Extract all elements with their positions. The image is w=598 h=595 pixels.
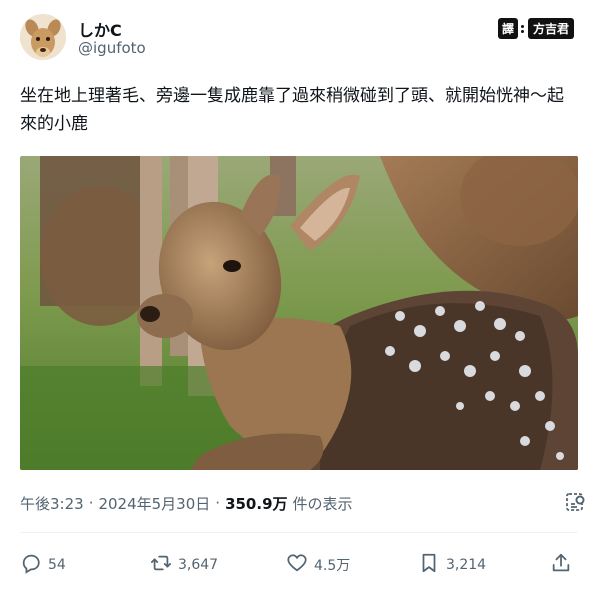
tweet-text: 坐在地上理著毛、旁邊一隻成鹿靠了過來稍微碰到了頭、就開始恍神～起來的小鹿 (20, 86, 564, 134)
retweet-button[interactable]: 3,647 (150, 550, 218, 580)
share-icon (550, 552, 572, 578)
translator-label: 譯 (497, 18, 518, 39)
translator-name: 方吉君 (527, 18, 574, 39)
deer-avatar-image (20, 14, 66, 60)
display-name[interactable]: しかC (78, 17, 122, 41)
reply-button[interactable]: 54 (20, 550, 66, 580)
heart-icon (286, 552, 308, 578)
views-count: 350.9万 (225, 494, 288, 513)
reply-count: 54 (48, 557, 66, 573)
tweet-date[interactable]: 2024年5月30日 (98, 493, 210, 514)
reply-icon (20, 552, 42, 578)
bookmark-button[interactable]: 3,214 (418, 550, 486, 580)
tweet-time[interactable]: 午後3:23 (20, 493, 84, 514)
fawn-photo (20, 156, 578, 470)
translator-separator (520, 24, 526, 34)
action-bar: 54 3,647 4.5万 3,214 (20, 550, 578, 580)
share-button[interactable] (550, 550, 572, 580)
translator-badge: 譯 方吉君 (497, 18, 574, 39)
retweet-count: 3,647 (178, 557, 219, 573)
analytics-icon[interactable] (564, 490, 588, 514)
divider (20, 532, 578, 533)
tweet-header: しかC @igufoto 譯 方吉君 (20, 14, 580, 64)
like-button[interactable]: 4.5万 (286, 550, 350, 580)
retweet-icon (150, 552, 172, 578)
bookmark-icon (418, 552, 440, 578)
avatar[interactable] (20, 14, 66, 60)
tweet-media[interactable] (20, 156, 578, 470)
user-handle[interactable]: @igufoto (78, 39, 146, 57)
meta-separator-2: · (215, 494, 221, 512)
tweet-meta: 午後3:23 · 2024年5月30日 · 350.9万 件の表示 (20, 492, 580, 514)
meta-separator: · (88, 494, 94, 512)
like-count: 4.5万 (314, 558, 351, 574)
views-label: 件の表示 (292, 494, 353, 513)
bookmark-count: 3,214 (446, 557, 487, 573)
